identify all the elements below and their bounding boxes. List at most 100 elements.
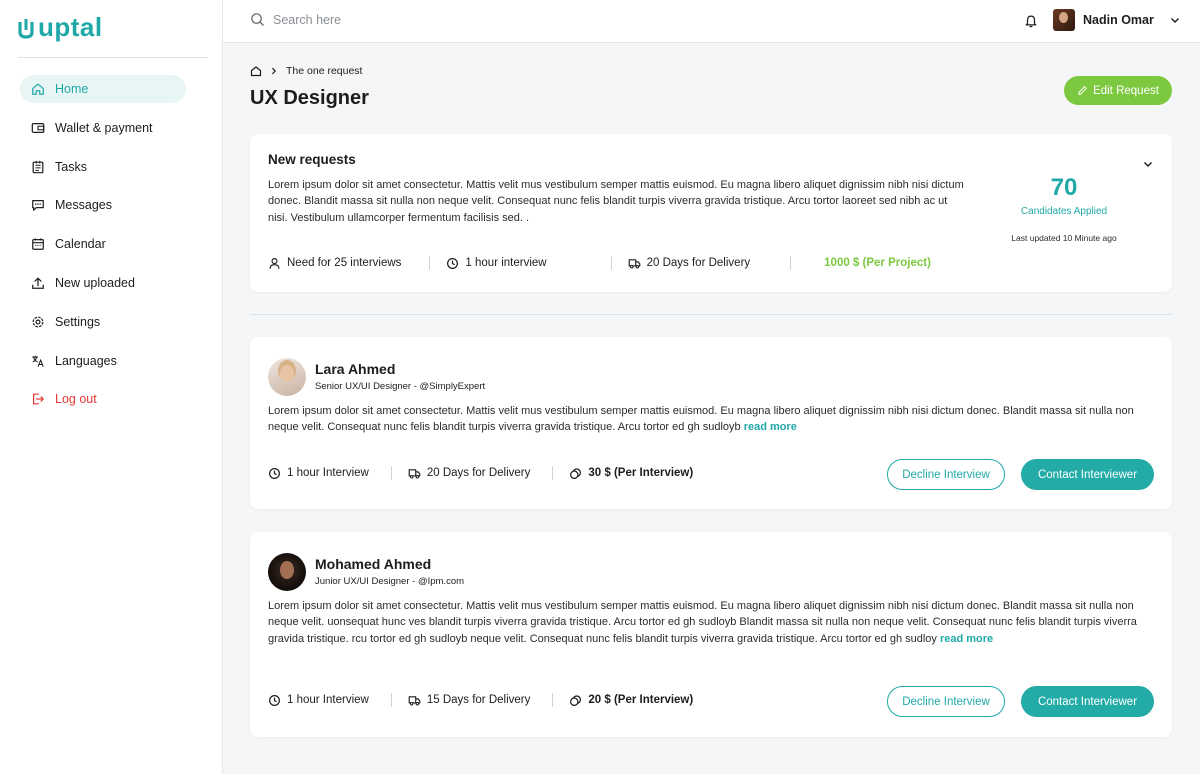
chevron-down-icon xyxy=(1170,18,1179,23)
sidebar-item-label: Wallet & payment xyxy=(55,120,153,135)
sidebar-item-label: Home xyxy=(55,82,89,96)
sidebar: uptal Home Wallet & payment Tasks Messag… xyxy=(0,0,223,774)
delivery-text: 20 Days for Delivery xyxy=(426,467,531,479)
contact-interviewer-button[interactable]: Contact Interviewer xyxy=(1021,686,1154,717)
avatar xyxy=(1053,9,1075,31)
sidebar-divider xyxy=(18,57,208,58)
candidate-meta: 1 hour Interview 15 Days for Delivery 20… xyxy=(268,693,693,707)
price-text: 30 $ (Per Interview) xyxy=(588,467,694,479)
sidebar-item-new-uploaded[interactable]: New uploaded xyxy=(20,269,186,297)
interview-price: 20 $ (Per Interview) xyxy=(569,694,693,707)
pencil-icon xyxy=(1078,86,1087,95)
candidates-count: 70 xyxy=(1050,174,1078,201)
candidate-description: Lorem ipsum dolor sit amet consectetur. … xyxy=(268,403,1156,436)
request-meta: Need for 25 interviews 1 hour interview … xyxy=(268,256,931,270)
sidebar-nav: Home Wallet & payment Tasks Messages Cal… xyxy=(20,75,186,424)
page-title: UX Designer xyxy=(250,87,369,109)
sidebar-item-messages[interactable]: Messages xyxy=(20,191,186,219)
bell-icon xyxy=(1025,15,1037,28)
breadcrumb-current: The one request xyxy=(286,65,363,77)
duration-text: 1 hour Interview xyxy=(287,694,369,706)
duration-text: 1 hour Interview xyxy=(287,467,369,479)
interview-duration: 1 hour Interview xyxy=(268,467,369,480)
candidate-name[interactable]: Lara Ahmed xyxy=(315,361,395,377)
upload-icon xyxy=(32,277,44,289)
coins-icon xyxy=(570,694,582,706)
divider xyxy=(390,466,392,480)
read-more-link[interactable]: read more xyxy=(940,633,993,645)
interview-price: 30 $ (Per Interview) xyxy=(569,467,693,480)
duration-text: 1 hour interview xyxy=(465,257,547,269)
messages-icon xyxy=(32,200,44,212)
sidebar-item-languages[interactable]: Languages xyxy=(20,347,186,375)
request-description: Lorem ipsum dolor sit amet consectetur. … xyxy=(268,179,964,224)
coins-icon xyxy=(570,467,582,479)
interviews-needed: Need for 25 interviews xyxy=(268,257,401,270)
candidate-role: Senior UX/UI Designer - @SimplyExpert xyxy=(315,381,486,392)
sidebar-item-tasks[interactable]: Tasks xyxy=(20,153,186,181)
sidebar-item-label: Languages xyxy=(55,353,117,368)
chevron-right-icon xyxy=(271,67,277,75)
sidebar-item-calendar[interactable]: Calendar xyxy=(20,230,186,258)
last-updated: Last updated 10 Minute ago xyxy=(1011,233,1117,243)
description-text: Lorem ipsum dolor sit amet consectetur. … xyxy=(268,600,1137,645)
divider xyxy=(552,466,554,480)
divider xyxy=(610,256,612,270)
sidebar-item-label: Settings xyxy=(55,314,101,329)
edit-request-label: Edit Request xyxy=(1093,84,1159,97)
sidebar-item-logout[interactable]: Log out xyxy=(20,385,186,413)
user-name: Nadin Omar xyxy=(1083,13,1154,27)
topbar: Nadin Omar xyxy=(223,0,1200,43)
search-bar xyxy=(250,12,473,27)
sidebar-item-label: Messages xyxy=(55,198,112,213)
decline-interview-button[interactable]: Decline Interview xyxy=(887,459,1005,490)
edit-request-button[interactable]: Edit Request xyxy=(1064,76,1172,105)
contact-interviewer-button[interactable]: Contact Interviewer xyxy=(1021,459,1154,490)
sidebar-item-wallet[interactable]: Wallet & payment xyxy=(20,114,186,142)
logo[interactable]: uptal xyxy=(18,12,103,43)
truck-icon xyxy=(628,258,640,268)
divider xyxy=(790,256,792,270)
main-content: The one request UX Designer Edit Request… xyxy=(223,43,1200,774)
delivery-text: 15 Days for Delivery xyxy=(426,694,531,706)
delivery-time: 20 Days for Delivery xyxy=(408,467,531,480)
sidebar-item-settings[interactable]: Settings xyxy=(20,308,186,336)
candidate-name[interactable]: Mohamed Ahmed xyxy=(315,556,431,572)
divider xyxy=(390,693,392,707)
section-divider xyxy=(250,314,1172,315)
read-more-link[interactable]: read more xyxy=(744,421,797,433)
avatar[interactable] xyxy=(268,358,306,396)
logo-text: uptal xyxy=(38,12,103,42)
project-price: 1000 $ (Per Project) xyxy=(824,257,931,269)
sidebar-item-label: Tasks xyxy=(55,159,87,174)
user-icon xyxy=(269,257,280,269)
languages-icon xyxy=(32,355,44,367)
tasks-icon xyxy=(32,160,44,173)
clock-icon xyxy=(269,694,280,706)
calendar-icon xyxy=(32,238,44,251)
sidebar-item-home[interactable]: Home xyxy=(20,75,186,103)
decline-interview-button[interactable]: Decline Interview xyxy=(887,686,1005,717)
user-menu[interactable]: Nadin Omar xyxy=(1053,9,1180,31)
search-input[interactable] xyxy=(273,12,473,27)
interview-duration: 1 hour interview xyxy=(446,257,547,270)
divider xyxy=(429,256,431,270)
avatar[interactable] xyxy=(268,553,306,591)
settings-icon xyxy=(32,316,44,328)
chevron-down-icon xyxy=(1143,161,1153,168)
notifications-button[interactable] xyxy=(1024,13,1038,33)
sidebar-item-label: New uploaded xyxy=(55,275,135,290)
delivery-time: 20 Days for Delivery xyxy=(628,257,750,270)
candidate-card: Mohamed Ahmed Junior UX/UI Designer - @I… xyxy=(250,532,1172,737)
interview-duration: 1 hour Interview xyxy=(268,694,369,707)
home-icon[interactable] xyxy=(250,65,262,77)
home-icon xyxy=(32,83,44,95)
candidate-card: Lara Ahmed Senior UX/UI Designer - @Simp… xyxy=(250,337,1172,509)
collapse-toggle[interactable] xyxy=(1143,156,1153,174)
wallet-icon xyxy=(31,122,45,133)
candidate-meta: 1 hour Interview 20 Days for Delivery 30… xyxy=(268,466,693,480)
interviews-text: Need for 25 interviews xyxy=(287,257,402,269)
sidebar-item-label: Log out xyxy=(55,392,97,407)
request-card: New requests Lorem ipsum dolor sit amet … xyxy=(250,134,1172,292)
clock-icon xyxy=(269,467,280,479)
